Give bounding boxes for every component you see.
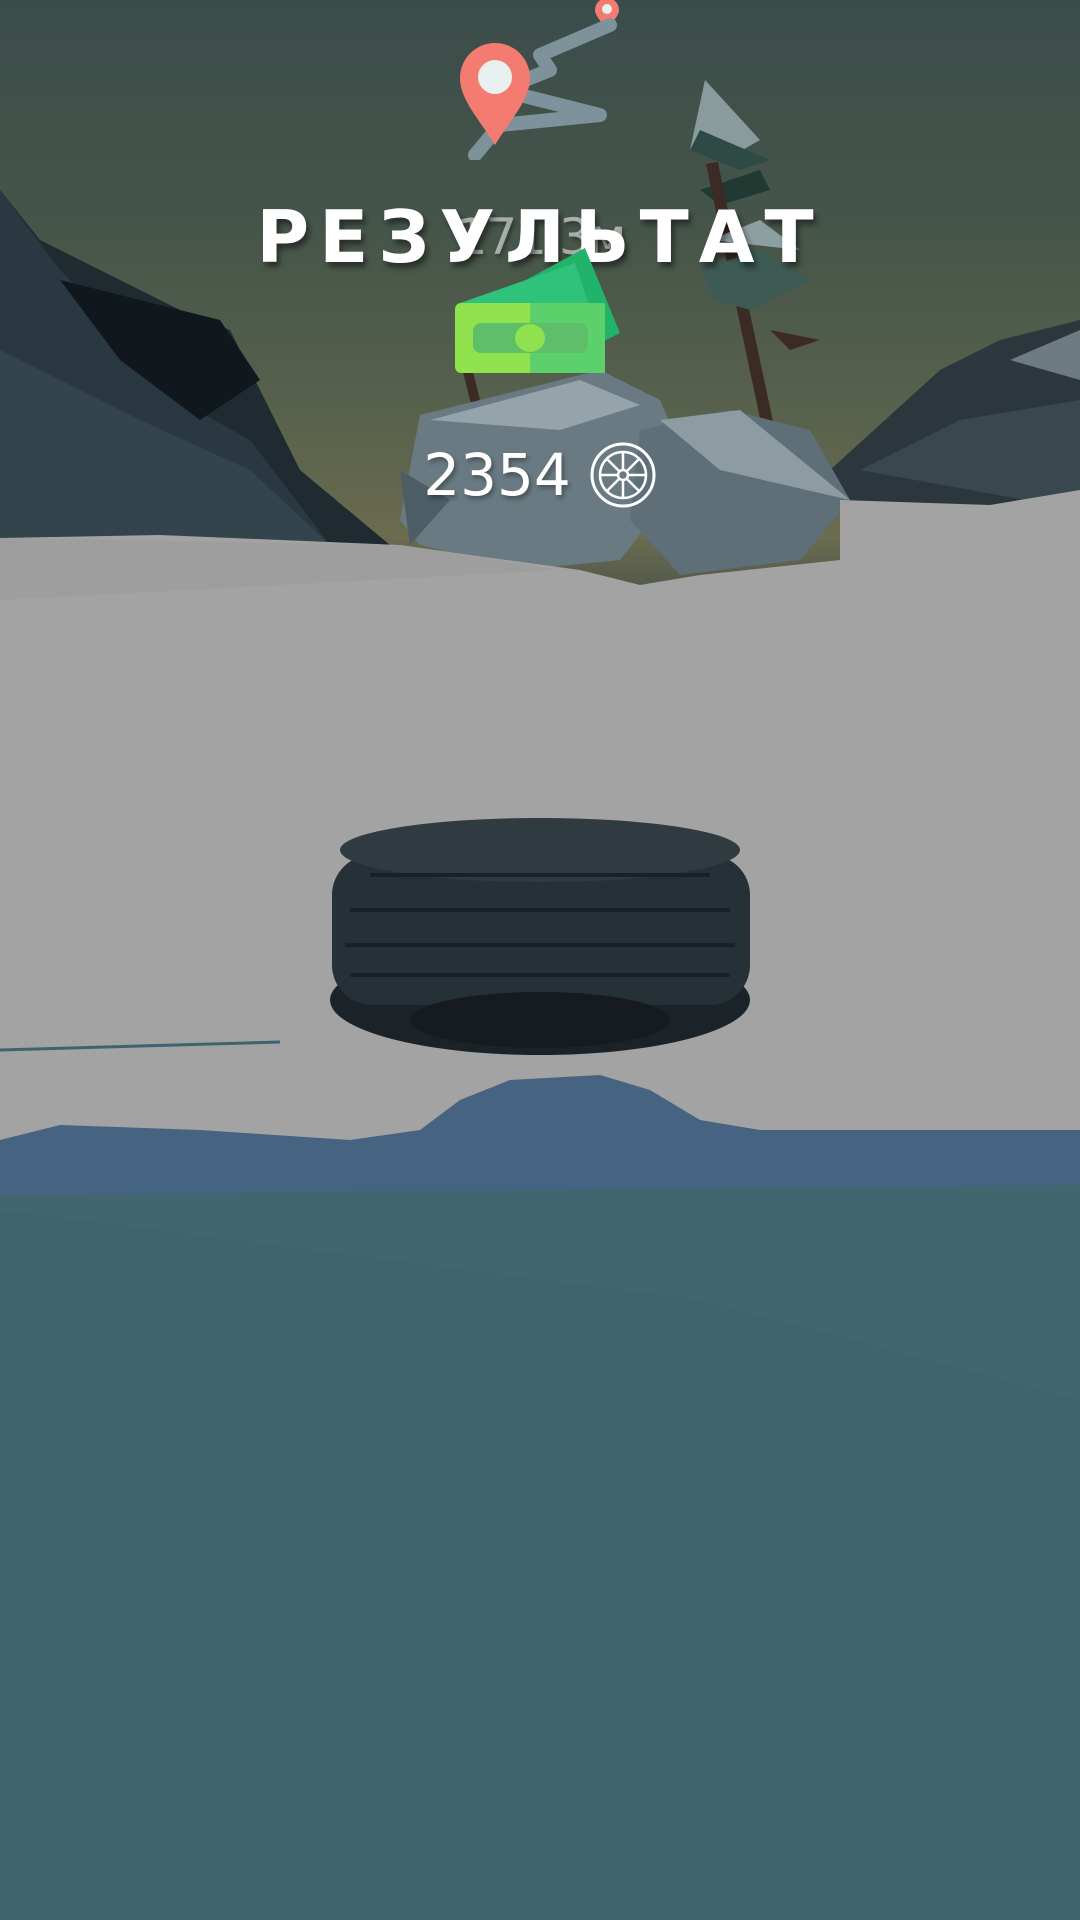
score-value: 2354 (423, 441, 571, 509)
wheel-rim-icon (590, 442, 656, 508)
map-pin-route-icon (460, 43, 530, 145)
result-panel: 171.3м РЕЗУЛЬТАТ 2354 (0, 0, 1080, 1920)
score-row: 2354 (0, 440, 1080, 510)
money-icon (455, 248, 620, 373)
game-scene[interactable]: 171.3м РЕЗУЛЬТАТ 2354 (0, 0, 1080, 1920)
